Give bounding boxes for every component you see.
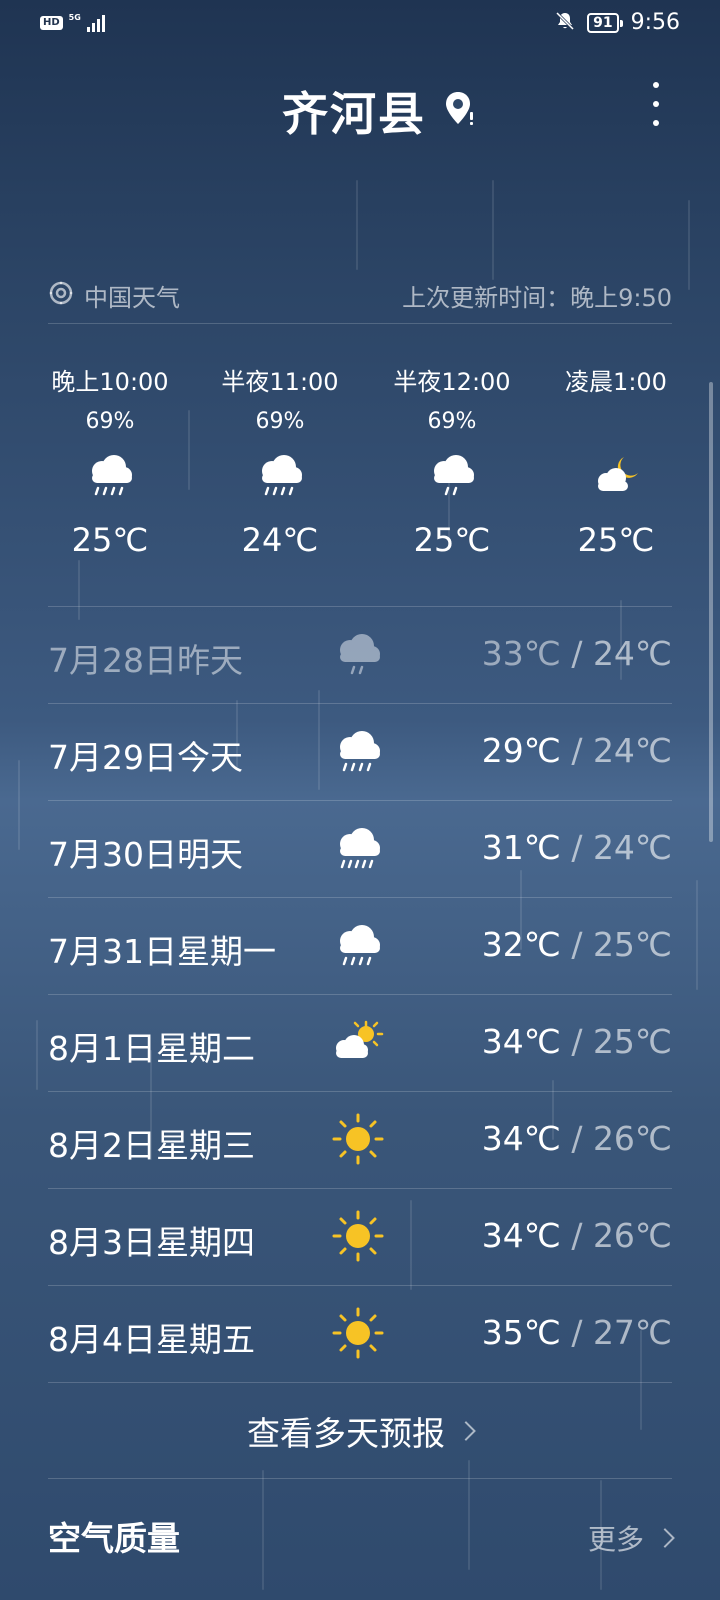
status-clock: 9:56 bbox=[630, 10, 680, 35]
daily-date: 8月2日星期三 bbox=[48, 1126, 255, 1165]
hourly-item: 半夜12:00 69% 25℃ bbox=[372, 362, 532, 559]
sun-icon bbox=[328, 1108, 388, 1170]
hourly-temp: 25℃ bbox=[577, 521, 655, 559]
partly-cloudy-icon bbox=[328, 1011, 388, 1073]
rain-icon bbox=[30, 443, 190, 507]
cloudy-night-icon bbox=[536, 443, 696, 507]
chevron-right-icon bbox=[655, 1528, 675, 1548]
view-more-label: 查看多天预报 bbox=[247, 1413, 445, 1453]
daily-low: 26℃ bbox=[592, 1119, 672, 1158]
temp-separator: / bbox=[560, 634, 593, 673]
hourly-temp: 24℃ bbox=[241, 521, 319, 559]
air-quality-title: 空气质量 bbox=[48, 1519, 180, 1558]
daily-high: 29℃ bbox=[481, 731, 561, 770]
daily-date: 8月4日星期五 bbox=[48, 1320, 255, 1359]
more-vertical-icon[interactable] bbox=[644, 82, 668, 126]
provider-logo-icon bbox=[48, 280, 74, 312]
network-type: 5G bbox=[68, 13, 81, 22]
hourly-forecast[interactable]: 晚上10:00 69% 25℃ 半夜11:00 69% 24℃ 半夜12:00 … bbox=[48, 362, 672, 606]
daily-low: 27℃ bbox=[592, 1313, 672, 1352]
daily-row[interactable]: 8月3日星期四 34℃ / 26℃ bbox=[48, 1188, 672, 1285]
light-rain-icon bbox=[372, 443, 532, 507]
daily-high: 34℃ bbox=[481, 1022, 561, 1061]
sun-icon bbox=[328, 1302, 388, 1364]
light-rain-icon bbox=[328, 623, 388, 685]
hourly-precip: 69% bbox=[85, 409, 135, 434]
battery-icon: 91 bbox=[587, 12, 624, 33]
hourly-item: 半夜11:00 69% 24℃ bbox=[200, 362, 360, 559]
rain-icon bbox=[200, 443, 360, 507]
hourly-temp: 25℃ bbox=[413, 521, 491, 559]
daily-low: 24℃ bbox=[592, 731, 672, 770]
chevron-right-icon bbox=[456, 1420, 476, 1441]
daily-row[interactable]: 7月30日明天 31℃ / 24℃ bbox=[48, 800, 672, 897]
location-pin-icon bbox=[444, 90, 476, 132]
daily-row[interactable]: 8月2日星期三 34℃ / 26℃ bbox=[48, 1091, 672, 1188]
daily-high: 31℃ bbox=[481, 828, 561, 867]
rain-icon bbox=[328, 914, 388, 976]
temp-separator: / bbox=[560, 925, 593, 964]
rain-icon bbox=[328, 817, 388, 879]
daily-high: 33℃ bbox=[481, 634, 561, 673]
hourly-precip: 69% bbox=[255, 409, 305, 434]
daily-low: 25℃ bbox=[592, 1022, 672, 1061]
daily-high: 34℃ bbox=[481, 1119, 561, 1158]
daily-date: 7月30日明天 bbox=[48, 835, 243, 874]
temp-separator: / bbox=[560, 1216, 593, 1255]
temp-separator: / bbox=[560, 731, 593, 770]
daily-date: 7月31日星期一 bbox=[48, 932, 276, 971]
temp-separator: / bbox=[560, 1313, 593, 1352]
daily-low: 25℃ bbox=[592, 925, 672, 964]
rain-icon bbox=[328, 720, 388, 782]
daily-row[interactable]: 7月29日今天 29℃ / 24℃ bbox=[48, 703, 672, 800]
signal-icon bbox=[86, 14, 105, 32]
hourly-item: 晚上10:00 69% 25℃ bbox=[30, 362, 190, 559]
hourly-time: 凌晨1:00 bbox=[565, 368, 667, 396]
temp-separator: / bbox=[560, 828, 593, 867]
hd-icon: HD bbox=[40, 16, 63, 30]
bell-off-icon bbox=[555, 11, 575, 35]
daily-date: 8月1日星期二 bbox=[48, 1029, 255, 1068]
hourly-precip bbox=[536, 409, 696, 435]
daily-date: 8月3日星期四 bbox=[48, 1223, 255, 1262]
scrollbar[interactable] bbox=[709, 382, 713, 842]
daily-low: 24℃ bbox=[592, 634, 672, 673]
daily-row[interactable]: 8月4日星期五 35℃ / 27℃ bbox=[48, 1285, 672, 1382]
last-updated: 上次更新时间：晚上9:50 bbox=[402, 284, 672, 312]
page-title: 齐河县 bbox=[282, 87, 426, 141]
daily-row[interactable]: 8月1日星期二 34℃ / 25℃ bbox=[48, 994, 672, 1091]
hourly-item: 凌晨1:00 25℃ bbox=[536, 362, 696, 559]
daily-low: 24℃ bbox=[592, 828, 672, 867]
air-quality-section: 空气质量 更多 bbox=[48, 1512, 675, 1562]
hourly-time: 半夜12:00 bbox=[393, 368, 511, 396]
daily-low: 26℃ bbox=[592, 1216, 672, 1255]
hourly-time: 半夜11:00 bbox=[221, 368, 339, 396]
daily-row[interactable]: 7月31日星期一 32℃ / 25℃ bbox=[48, 897, 672, 994]
daily-forecast: 7月28日昨天 33℃ / 24℃ 7月29日今天 29℃ / 24℃ 7月30… bbox=[48, 606, 672, 1382]
provider-name: 中国天气 bbox=[84, 284, 180, 312]
more-label: 更多 bbox=[587, 1523, 644, 1556]
temp-separator: / bbox=[560, 1119, 593, 1158]
daily-high: 35℃ bbox=[481, 1313, 561, 1352]
daily-row[interactable]: 7月28日昨天 33℃ / 24℃ bbox=[48, 606, 672, 703]
city-selector[interactable]: 齐河县 bbox=[282, 78, 476, 144]
daily-date: 7月28日昨天 bbox=[48, 641, 243, 680]
status-bar: HD 5G 91 9:56 bbox=[0, 0, 720, 48]
air-quality-more-button[interactable]: 更多 bbox=[587, 1518, 675, 1558]
hourly-precip: 69% bbox=[427, 409, 477, 434]
provider-row: 中国天气 上次更新时间：晚上9:50 bbox=[48, 276, 672, 324]
sun-icon bbox=[328, 1205, 388, 1267]
temp-separator: / bbox=[560, 1022, 593, 1061]
daily-high: 32℃ bbox=[481, 925, 561, 964]
hourly-temp: 25℃ bbox=[71, 521, 149, 559]
hourly-time: 晚上10:00 bbox=[51, 368, 169, 396]
daily-date: 7月29日今天 bbox=[48, 738, 243, 777]
view-multi-day-forecast-button[interactable]: 查看多天预报 bbox=[48, 1382, 672, 1479]
daily-high: 34℃ bbox=[481, 1216, 561, 1255]
